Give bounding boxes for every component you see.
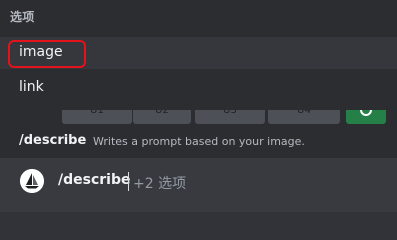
sailboat-graphic bbox=[20, 169, 44, 193]
u1-button[interactable]: U1 bbox=[62, 110, 132, 124]
u1-label: U1 bbox=[90, 110, 104, 116]
u3-label: U3 bbox=[223, 110, 237, 116]
message-input-bar[interactable]: /describe +2 选项 bbox=[0, 158, 397, 212]
midjourney-sailboat-icon bbox=[20, 169, 44, 193]
discord-chat-root: 选项 image link U1 U2 U3 U4 /describe Writ… bbox=[0, 0, 397, 212]
u2-button[interactable]: U2 bbox=[133, 110, 191, 124]
option-label-link: link bbox=[19, 79, 44, 95]
background-button-row: U1 U2 U3 U4 bbox=[0, 110, 397, 124]
options-header: 选项 bbox=[10, 10, 35, 24]
command-name: /describe bbox=[19, 133, 87, 148]
highlight-box bbox=[8, 40, 86, 68]
u4-button[interactable]: U4 bbox=[268, 110, 340, 124]
u2-label: U2 bbox=[155, 110, 169, 116]
input-command: /describe bbox=[58, 172, 131, 188]
u3-button[interactable]: U3 bbox=[195, 110, 265, 124]
options-popup: 选项 image link bbox=[0, 0, 397, 110]
refresh-icon bbox=[360, 110, 372, 116]
command-hint[interactable]: /describe Writes a prompt based on your … bbox=[0, 124, 397, 158]
option-link[interactable]: link bbox=[0, 72, 397, 104]
u4-label: U4 bbox=[297, 110, 311, 116]
command-description: Writes a prompt based on your image. bbox=[93, 135, 305, 148]
text-caret bbox=[128, 172, 129, 191]
refresh-button[interactable] bbox=[346, 110, 386, 124]
more-options-hint[interactable]: +2 选项 bbox=[133, 173, 186, 193]
